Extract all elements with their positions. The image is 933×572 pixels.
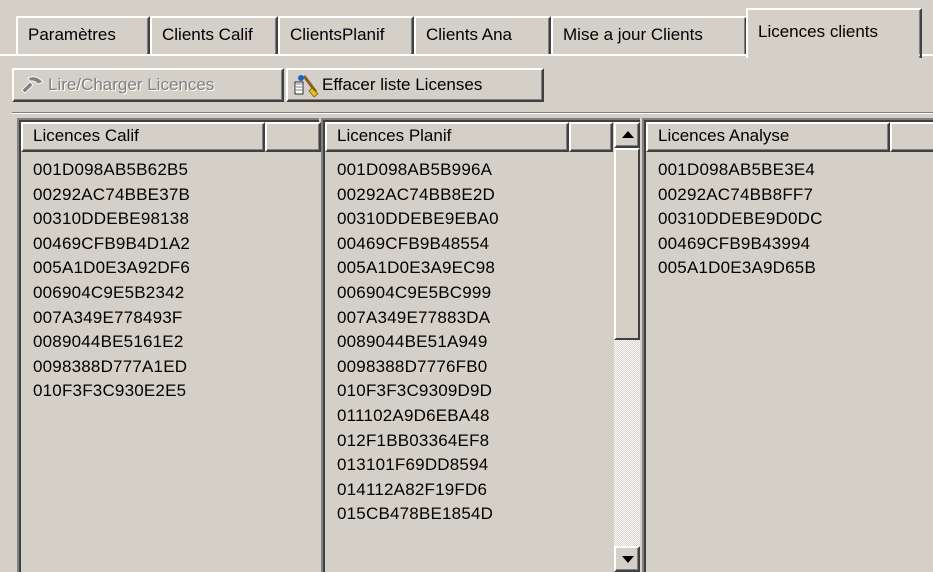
tab-clients-ana[interactable]: Clients Ana	[414, 16, 551, 54]
licences-planif-header-blank[interactable]	[569, 122, 613, 152]
scroll-thumb[interactable]	[614, 148, 640, 340]
list-item[interactable]: 00310DDEBE98138	[33, 207, 190, 232]
tab-licences-clients[interactable]: Licences clients	[746, 8, 922, 58]
list-item[interactable]: 00469CFB9B4D1A2	[33, 232, 190, 257]
list-item[interactable]: 005A1D0E3A92DF6	[33, 256, 190, 281]
licences-calif-rows: 001D098AB5B62B5 00292AC74BBE37B 00310DDE…	[33, 158, 190, 404]
list-item[interactable]: 007A349E778493F	[33, 306, 190, 331]
list-item[interactable]: 012F1BB03364EF8	[337, 429, 499, 454]
tab-strip: Paramètres Clients Calif ClientsPlanif C…	[0, 0, 933, 58]
list-item[interactable]: 011102A9D6EBA48	[337, 404, 499, 429]
list-item[interactable]: 001D098AB5BE3E4	[658, 158, 823, 183]
list-item[interactable]: 005A1D0E3A9D65B	[658, 256, 823, 281]
tab-mise-a-jour-clients[interactable]: Mise a jour Clients	[551, 16, 747, 54]
list-item[interactable]: 00292AC74BB8E2D	[337, 183, 499, 208]
list-item[interactable]: 00292AC74BBE37B	[33, 183, 190, 208]
licences-analyse-list[interactable]: Licences Analyse 001D098AB5BE3E4 00292AC…	[642, 118, 933, 572]
licences-window: Paramètres Clients Calif ClientsPlanif C…	[0, 0, 933, 572]
clear-licences-button[interactable]: Effacer liste Licenses	[286, 68, 544, 102]
list-item[interactable]: 014112A82F19FD6	[337, 478, 499, 503]
pickaxe-icon	[18, 72, 46, 98]
list-item[interactable]: 0098388D777A1ED	[33, 355, 190, 380]
licences-analyse-header-blank[interactable]	[890, 122, 933, 152]
licences-planif-rows: 001D098AB5B996A 00292AC74BB8E2D 00310DDE…	[337, 158, 499, 527]
tab-parametres[interactable]: Paramètres	[16, 16, 150, 54]
load-licences-button[interactable]: Lire/Charger Licences	[12, 68, 284, 102]
licences-analyse-header[interactable]: Licences Analyse	[646, 122, 890, 152]
licences-calif-header[interactable]: Licences Calif	[21, 122, 265, 152]
list-item[interactable]: 001D098AB5B62B5	[33, 158, 190, 183]
list-item[interactable]: 010F3F3C930E2E5	[33, 379, 190, 404]
licences-planif-list[interactable]: Licences Planif 001D098AB5B996A 00292AC7…	[321, 118, 640, 572]
licences-planif-scrollbar[interactable]	[614, 122, 640, 572]
tab-clients-calif[interactable]: Clients Calif	[150, 16, 278, 54]
arrow-up-icon	[622, 131, 634, 138]
list-item[interactable]: 006904C9E5B2342	[33, 281, 190, 306]
active-tab-gap	[748, 54, 920, 56]
list-item[interactable]: 0098388D7776FB0	[337, 355, 499, 380]
list-item[interactable]: 00292AC74BB8FF7	[658, 183, 823, 208]
list-item[interactable]: 015CB478BE1854D	[337, 502, 499, 527]
list-item[interactable]: 010F3F3C9309D9D	[337, 379, 499, 404]
list-item[interactable]: 00469CFB9B43994	[658, 232, 823, 257]
licences-planif-header[interactable]: Licences Planif	[325, 122, 569, 152]
toolbar-separator	[12, 112, 933, 114]
clear-licences-label: Effacer liste Licenses	[322, 75, 483, 94]
list-item[interactable]: 007A349E77883DA	[337, 306, 499, 331]
list-item[interactable]: 013101F69DD8594	[337, 453, 499, 478]
arrow-down-icon	[622, 556, 634, 563]
licences-calif-list[interactable]: Licences Calif 001D098AB5B62B5 00292AC74…	[17, 118, 321, 572]
list-item[interactable]: 00310DDEBE9D0DC	[658, 207, 823, 232]
load-licences-label: Lire/Charger Licences	[48, 75, 215, 94]
list-item[interactable]: 005A1D0E3A9EC98	[337, 256, 499, 281]
list-item[interactable]: 00310DDEBE9EBA0	[337, 207, 499, 232]
list-item[interactable]: 0089044BE51A949	[337, 330, 499, 355]
broom-icon	[292, 72, 320, 98]
list-item[interactable]: 0089044BE5161E2	[33, 330, 190, 355]
toolbar: Lire/Charger Licences Effacer liste Lice…	[0, 56, 933, 116]
list-item[interactable]: 006904C9E5BC999	[337, 281, 499, 306]
list-item[interactable]: 00469CFB9B48554	[337, 232, 499, 257]
scroll-up-button[interactable]	[614, 122, 640, 148]
licences-calif-header-blank[interactable]	[265, 122, 321, 152]
licences-analyse-rows: 001D098AB5BE3E4 00292AC74BB8FF7 00310DDE…	[658, 158, 823, 281]
tab-clients-planif[interactable]: ClientsPlanif	[278, 16, 414, 54]
scroll-down-button[interactable]	[614, 546, 640, 572]
list-item[interactable]: 001D098AB5B996A	[337, 158, 499, 183]
